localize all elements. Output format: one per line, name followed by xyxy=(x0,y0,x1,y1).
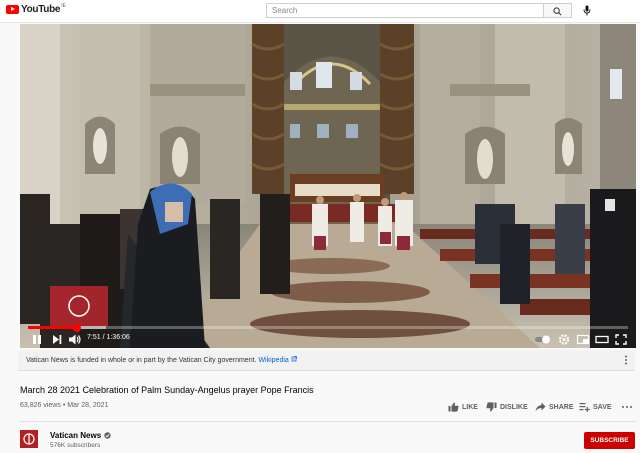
video-frame xyxy=(20,24,636,348)
save-button[interactable]: SAVE xyxy=(579,400,612,414)
subscribe-button[interactable]: SUBSCRIBE xyxy=(584,432,635,449)
search-icon xyxy=(553,6,562,15)
video-player[interactable]: 7:51 / 1:36:06 xyxy=(20,24,636,348)
more-options-icon[interactable] xyxy=(623,354,629,366)
next-icon[interactable] xyxy=(50,333,64,346)
pause-icon[interactable] xyxy=(30,333,44,346)
thumbs-down-icon xyxy=(486,402,497,412)
share-label: SHARE xyxy=(549,403,574,411)
youtube-play-icon xyxy=(6,5,19,14)
channel-avatar[interactable] xyxy=(20,430,38,448)
meta-separator: • xyxy=(62,402,66,409)
verified-badge-icon xyxy=(104,432,111,439)
share-button[interactable]: SHARE xyxy=(535,400,574,414)
save-label: SAVE xyxy=(593,403,612,411)
channel-name-row[interactable]: Vatican News xyxy=(50,431,111,440)
logo-country-code: IE xyxy=(61,2,66,9)
progress-bar[interactable] xyxy=(28,323,628,332)
settings-icon[interactable] xyxy=(557,333,571,346)
theater-icon[interactable] xyxy=(595,333,609,346)
video-title: March 28 2021 Celebration of Palm Sunday… xyxy=(20,385,314,395)
information-panel: Vatican News is funded in whole or in pa… xyxy=(18,350,635,371)
autoplay-toggle[interactable] xyxy=(534,333,552,346)
progress-played xyxy=(28,326,78,329)
youtube-logo[interactable]: YouTube IE xyxy=(6,2,66,15)
like-label: LIKE xyxy=(462,403,478,411)
publish-date: Mar 28, 2021 xyxy=(67,402,109,409)
channel-name[interactable]: Vatican News xyxy=(50,431,101,440)
view-count: 63,826 views xyxy=(20,402,61,409)
player-controls: 7:51 / 1:36:06 xyxy=(20,331,636,348)
add-to-playlist-icon xyxy=(579,403,590,412)
microphone-icon xyxy=(583,5,591,16)
dislike-label: DISLIKE xyxy=(500,403,528,411)
share-icon xyxy=(535,402,546,412)
voice-search-button[interactable] xyxy=(580,3,594,18)
logo-text: YouTube xyxy=(21,4,61,15)
dislike-button[interactable]: DISLIKE xyxy=(486,400,528,414)
external-link-icon[interactable] xyxy=(291,356,297,362)
video-meta: 63,826 views • Mar 28, 2021 xyxy=(20,402,108,409)
masthead: YouTube IE Search xyxy=(0,0,640,23)
wikipedia-link[interactable]: Wikipedia xyxy=(258,357,288,364)
subscriber-count: 576K subscribers xyxy=(50,442,101,449)
info-panel-text: Vatican News is funded in whole or in pa… xyxy=(26,357,257,364)
duration: 1:36:06 xyxy=(106,334,130,341)
fullscreen-icon[interactable] xyxy=(614,333,628,346)
miniplayer-icon[interactable] xyxy=(576,333,590,346)
search-input[interactable]: Search xyxy=(266,3,544,18)
current-time: 7:51 xyxy=(87,334,101,341)
more-actions-icon[interactable] xyxy=(621,405,633,409)
vatican-news-logo xyxy=(23,433,35,445)
thumbs-up-icon xyxy=(448,402,459,412)
like-button[interactable]: LIKE xyxy=(448,400,478,414)
divider xyxy=(20,421,636,422)
volume-icon[interactable] xyxy=(68,333,82,346)
search-button[interactable] xyxy=(544,3,572,18)
time-display: 7:51 / 1:36:06 xyxy=(87,334,130,341)
